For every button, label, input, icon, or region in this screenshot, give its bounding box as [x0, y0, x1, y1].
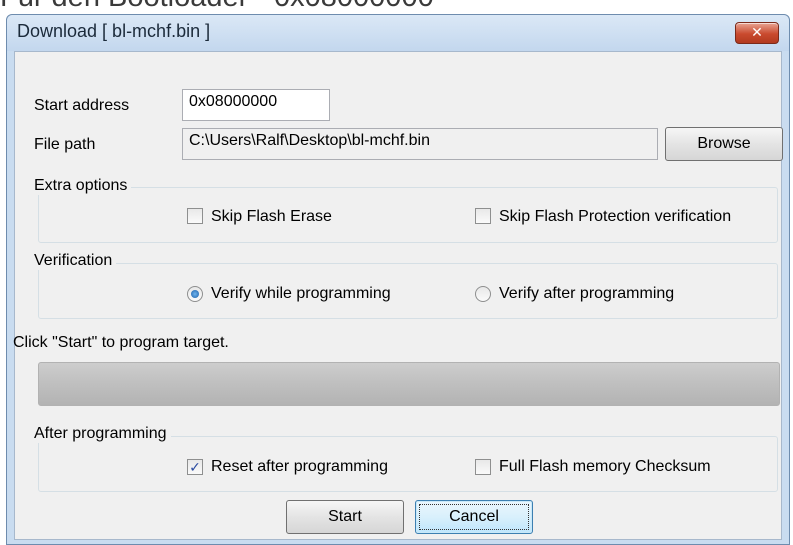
dialog-body: Start address 0x08000000 File path C:\Us… — [13, 51, 783, 540]
skip-flash-protection-checkbox[interactable] — [475, 208, 491, 224]
verify-while-label: Verify while programming — [211, 285, 391, 302]
focus-ring — [419, 504, 529, 530]
check-icon: ✓ — [189, 459, 201, 475]
title-bar[interactable]: Download [ bl-mchf.bin ] ✕ — [7, 15, 789, 51]
full-checksum-label: Full Flash memory Checksum — [499, 458, 711, 475]
progress-bar — [38, 362, 780, 406]
verify-while-radio[interactable] — [187, 286, 203, 302]
after-programming-title: After programming — [30, 425, 171, 443]
dialog-title: Download [ bl-mchf.bin ] — [17, 21, 211, 41]
verify-after-label: Verify after programming — [499, 285, 675, 302]
close-icon: ✕ — [751, 24, 763, 40]
cancel-button[interactable]: Cancel — [415, 500, 533, 534]
reset-after-label: Reset after programming — [211, 458, 388, 475]
start-button[interactable]: Start — [286, 500, 404, 534]
skip-flash-protection-label: Skip Flash Protection verification — [499, 208, 732, 225]
skip-flash-erase-checkbox[interactable] — [187, 208, 203, 224]
verify-after-radio[interactable] — [475, 286, 491, 302]
download-dialog: Download [ bl-mchf.bin ] ✕ Start address… — [6, 14, 790, 545]
extra-options-title: Extra options — [30, 177, 132, 195]
browse-button[interactable]: Browse — [665, 127, 783, 161]
file-path-input[interactable]: C:\Users\Ralf\Desktop\bl-mchf.bin — [182, 128, 658, 160]
full-checksum-checkbox[interactable] — [475, 459, 491, 475]
reset-after-checkbox[interactable]: ✓ — [187, 459, 203, 475]
skip-flash-erase-label: Skip Flash Erase — [211, 208, 332, 225]
file-path-label: File path — [34, 136, 96, 153]
verification-title: Verification — [30, 252, 117, 270]
start-address-input[interactable]: 0x08000000 — [182, 89, 330, 121]
status-text: Click "Start" to program target. — [13, 334, 229, 351]
close-button[interactable]: ✕ — [735, 22, 779, 44]
start-address-label: Start address — [34, 97, 130, 114]
